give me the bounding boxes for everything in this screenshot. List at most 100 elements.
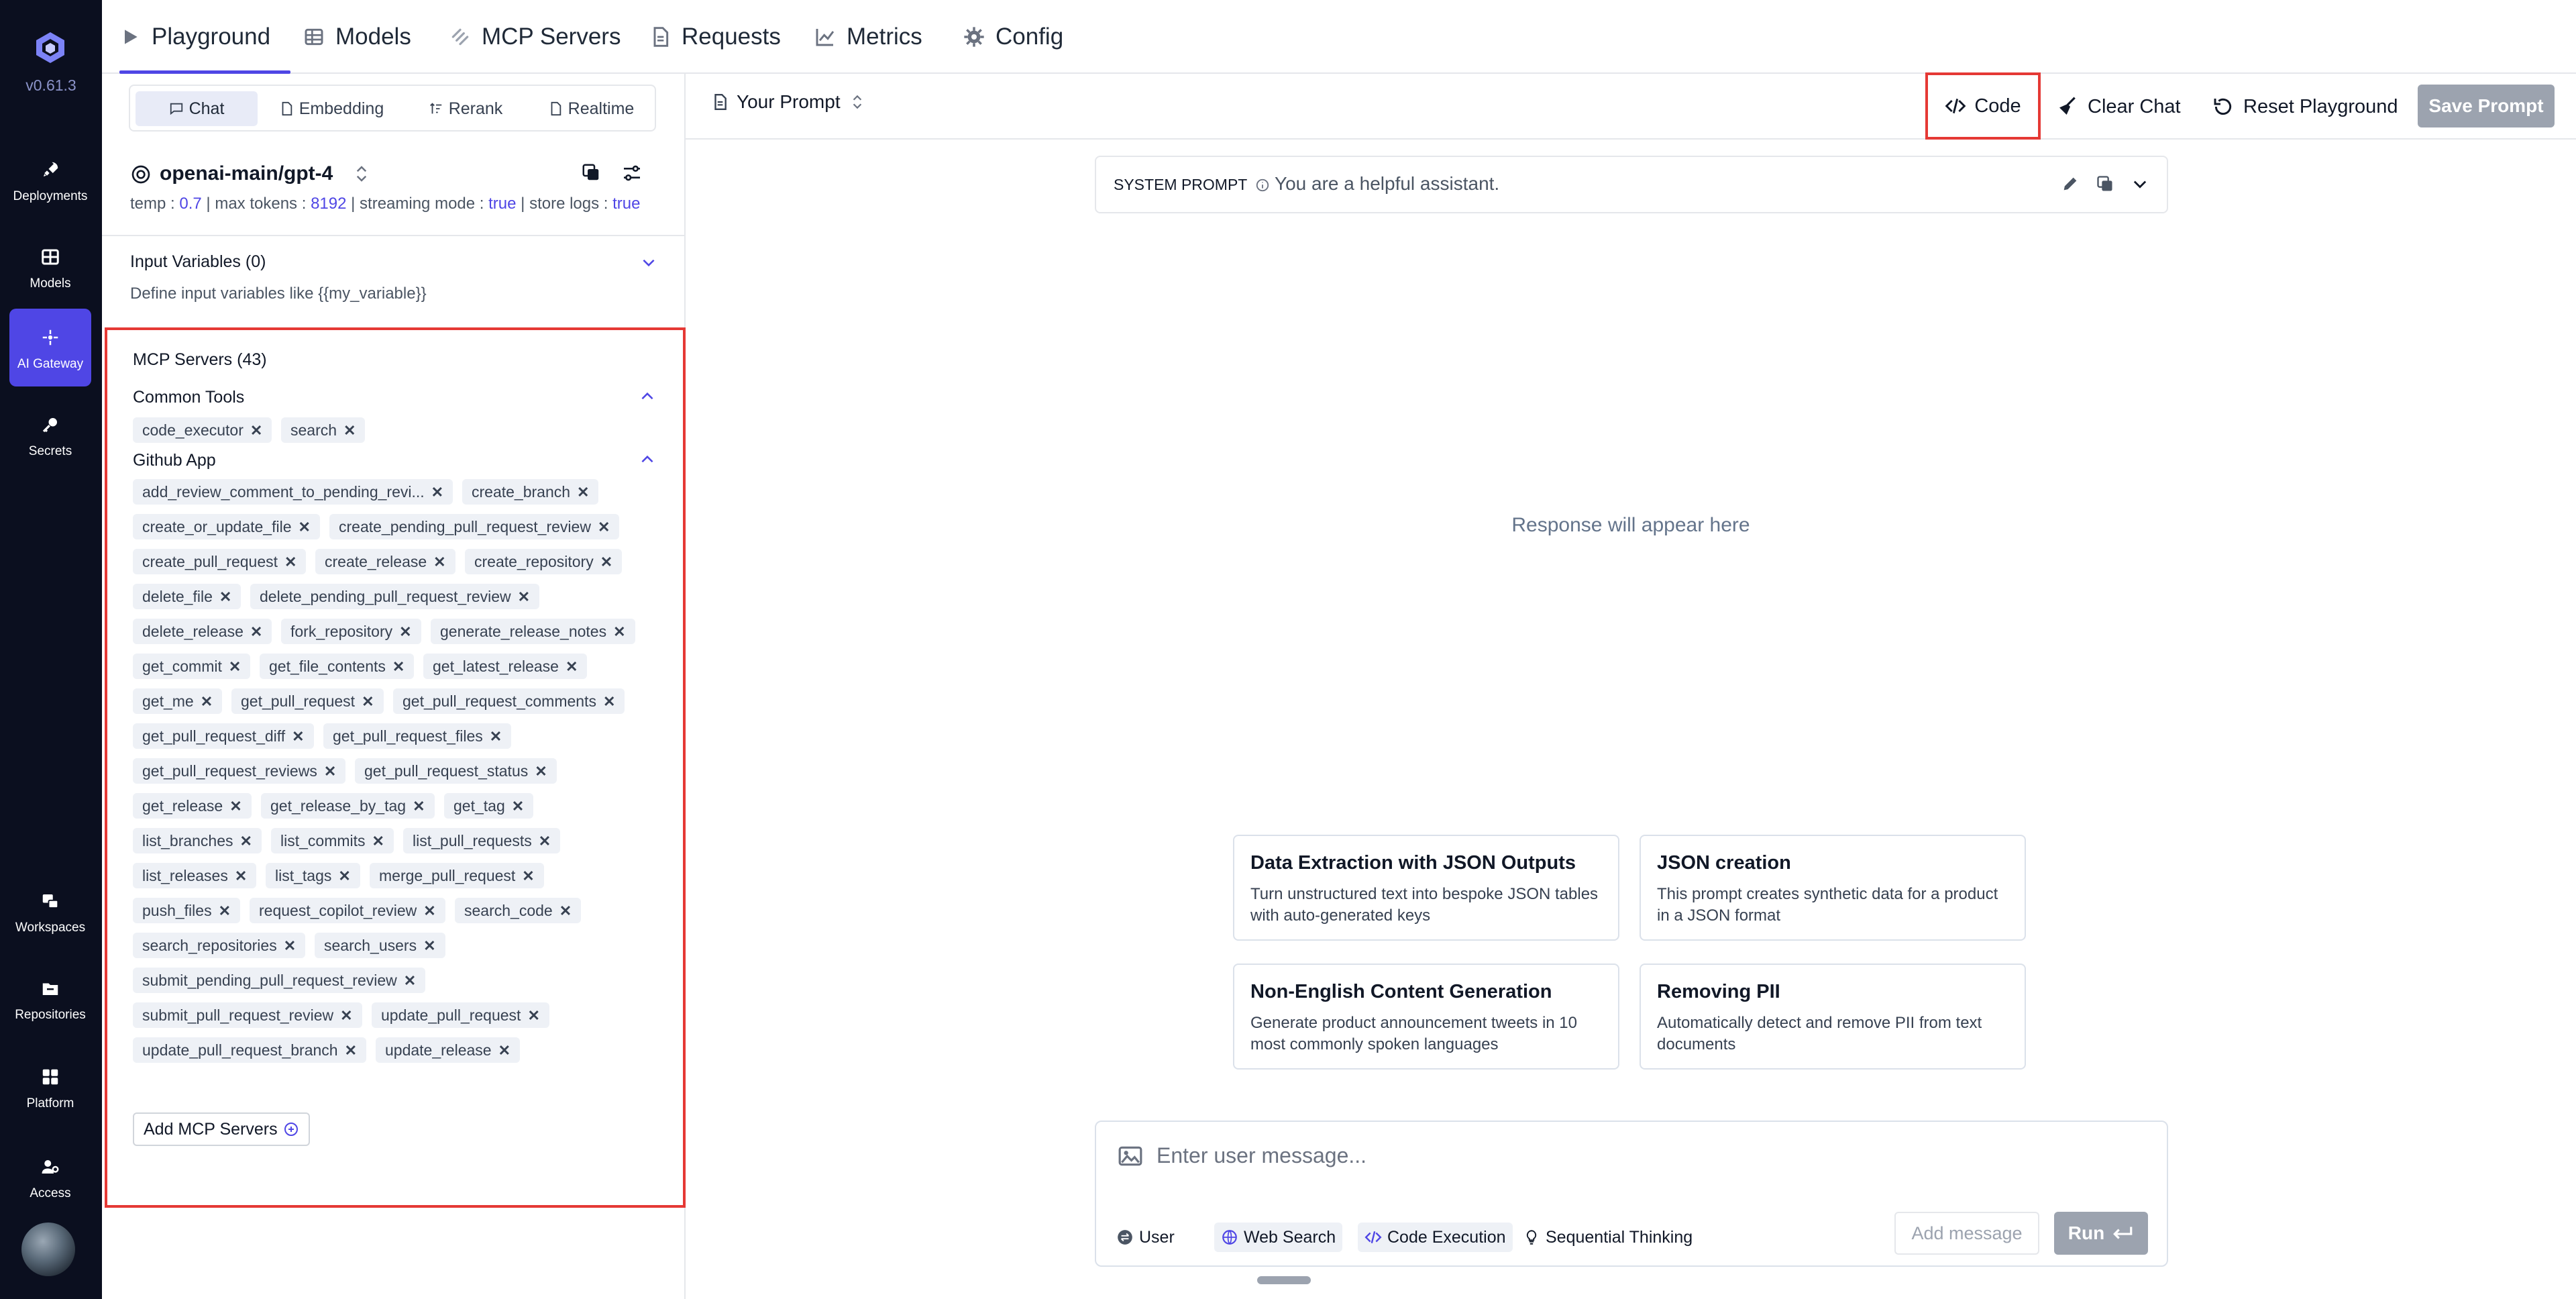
template-card[interactable]: JSON creation This prompt creates synthe…: [1640, 835, 2026, 941]
remove-tool-icon[interactable]: ✕: [518, 584, 530, 610]
remove-tool-icon[interactable]: ✕: [292, 724, 304, 749]
remove-tool-icon[interactable]: ✕: [229, 794, 241, 819]
remove-tool-icon[interactable]: ✕: [566, 654, 578, 680]
remove-tool-icon[interactable]: ✕: [490, 724, 502, 749]
group-title-github-app[interactable]: Github App: [133, 451, 216, 470]
remove-tool-icon[interactable]: ✕: [340, 1003, 352, 1029]
code-execution-toggle[interactable]: Code Execution: [1358, 1223, 1513, 1252]
remove-tool-icon[interactable]: ✕: [498, 1038, 511, 1063]
tab-playground[interactable]: Playground: [119, 0, 291, 74]
remove-tool-icon[interactable]: ✕: [372, 829, 384, 854]
remove-tool-icon[interactable]: ✕: [613, 619, 625, 645]
settings-sliders-icon[interactable]: [621, 162, 643, 184]
tab-config[interactable]: Config: [963, 0, 1063, 74]
remove-tool-icon[interactable]: ✕: [392, 654, 405, 680]
remove-tool-icon[interactable]: ✕: [399, 619, 411, 645]
remove-tool-icon[interactable]: ✕: [577, 480, 589, 505]
remove-tool-icon[interactable]: ✕: [299, 515, 311, 540]
remove-tool-icon[interactable]: ✕: [559, 898, 572, 924]
message-input[interactable]: Enter user message...: [1157, 1143, 1366, 1168]
remove-tool-icon[interactable]: ✕: [431, 480, 443, 505]
remove-tool-icon[interactable]: ✕: [600, 550, 612, 575]
card-description: This prompt creates synthetic data for a…: [1657, 885, 1998, 925]
remove-tool-icon[interactable]: ✕: [539, 829, 551, 854]
remove-tool-icon[interactable]: ✕: [235, 864, 247, 889]
edit-icon[interactable]: [2061, 174, 2080, 193]
mode-rerank[interactable]: Rerank: [405, 91, 526, 126]
remove-tool-icon[interactable]: ✕: [284, 550, 297, 575]
tab-requests[interactable]: Requests: [649, 0, 781, 74]
mode-realtime[interactable]: Realtime: [530, 91, 652, 126]
rail-item-ai-gateway[interactable]: AI Gateway: [9, 309, 91, 386]
remove-tool-icon[interactable]: ✕: [603, 689, 615, 715]
code-button[interactable]: Code: [1925, 72, 2041, 140]
chevron-up-icon[interactable]: [639, 451, 656, 468]
app-logo-icon[interactable]: [34, 31, 67, 64]
prompt-selector[interactable]: Your Prompt: [711, 91, 866, 113]
rail-item-workspaces[interactable]: Workspaces: [9, 872, 91, 950]
save-prompt-button[interactable]: Save Prompt: [2418, 85, 2555, 127]
remove-tool-icon[interactable]: ✕: [219, 584, 231, 610]
remove-tool-icon[interactable]: ✕: [343, 418, 356, 444]
tool-chip: create_release ✕: [315, 549, 455, 574]
run-button[interactable]: Run: [2054, 1212, 2148, 1255]
rail-item-repositories[interactable]: Repositories: [9, 959, 91, 1037]
remove-tool-icon[interactable]: ✕: [512, 794, 524, 819]
remove-tool-icon[interactable]: ✕: [324, 759, 336, 784]
remove-tool-icon[interactable]: ✕: [284, 933, 296, 959]
add-mcp-servers-button[interactable]: Add MCP Servers: [133, 1112, 310, 1146]
remove-tool-icon[interactable]: ✕: [535, 759, 547, 784]
tab-mcp-servers[interactable]: MCP Servers: [449, 0, 621, 74]
remove-tool-icon[interactable]: ✕: [229, 654, 241, 680]
remove-tool-icon[interactable]: ✕: [522, 864, 534, 889]
system-prompt-text[interactable]: You are a helpful assistant.: [1275, 173, 1499, 195]
remove-tool-icon[interactable]: ✕: [433, 550, 445, 575]
avatar[interactable]: [21, 1223, 75, 1276]
mode-embedding[interactable]: Embedding: [264, 91, 398, 126]
remove-tool-icon[interactable]: ✕: [201, 689, 213, 715]
remove-tool-icon[interactable]: ✕: [240, 829, 252, 854]
remove-tool-icon[interactable]: ✕: [527, 1003, 539, 1029]
remove-tool-icon[interactable]: ✕: [404, 968, 416, 994]
image-icon[interactable]: [1118, 1143, 1143, 1169]
reset-playground-button[interactable]: Reset Playground: [2212, 74, 2398, 140]
remove-tool-icon[interactable]: ✕: [250, 619, 262, 645]
rail-item-models[interactable]: Models: [9, 228, 91, 306]
remove-tool-icon[interactable]: ✕: [338, 864, 350, 889]
remove-tool-icon[interactable]: ✕: [413, 794, 425, 819]
chevron-down-icon[interactable]: [640, 254, 657, 271]
system-prompt[interactable]: SYSTEM PROMPT You are a helpful assistan…: [1095, 156, 2168, 213]
copy-icon[interactable]: [581, 162, 601, 183]
remove-tool-icon[interactable]: ✕: [345, 1038, 357, 1063]
remove-tool-icon[interactable]: ✕: [423, 933, 435, 959]
rail-item-deployments[interactable]: Deployments: [9, 141, 91, 219]
rail-item-platform[interactable]: Platform: [9, 1048, 91, 1126]
remove-tool-icon[interactable]: ✕: [362, 689, 374, 715]
chevron-down-icon[interactable]: [2131, 174, 2149, 193]
rail-item-access[interactable]: Access: [9, 1138, 91, 1216]
remove-tool-icon[interactable]: ✕: [598, 515, 610, 540]
remove-tool-icon[interactable]: ✕: [219, 898, 231, 924]
template-card[interactable]: Non-English Content Generation Generate …: [1233, 964, 1619, 1070]
model-selector[interactable]: openai-main/gpt-4: [130, 154, 660, 195]
rail-item-secrets[interactable]: Secrets: [9, 396, 91, 474]
clear-chat-button[interactable]: Clear Chat: [2057, 74, 2181, 140]
template-card[interactable]: Data Extraction with JSON Outputs Turn u…: [1233, 835, 1619, 941]
info-icon[interactable]: [1255, 178, 1270, 193]
play-icon: [125, 30, 138, 44]
mode-chat[interactable]: Chat: [136, 91, 258, 126]
chevron-up-icon[interactable]: [639, 388, 656, 405]
copy-icon[interactable]: [2096, 174, 2114, 193]
template-card[interactable]: Removing PII Automatically detect and re…: [1640, 964, 2026, 1070]
sequential-thinking-toggle[interactable]: Sequential Thinking: [1523, 1223, 1693, 1252]
role-selector[interactable]: User: [1116, 1223, 1175, 1252]
remove-tool-icon[interactable]: ✕: [250, 418, 262, 444]
tab-models[interactable]: Models: [303, 0, 411, 74]
remove-tool-icon[interactable]: ✕: [423, 898, 435, 924]
tab-metrics[interactable]: Metrics: [814, 0, 922, 74]
web-search-toggle[interactable]: Web Search: [1214, 1223, 1343, 1252]
input-variables-title[interactable]: Input Variables (0): [130, 252, 266, 272]
group-title-common-tools[interactable]: Common Tools: [133, 388, 244, 407]
resize-handle[interactable]: [1257, 1276, 1311, 1284]
add-message-button[interactable]: Add message: [1894, 1212, 2039, 1255]
